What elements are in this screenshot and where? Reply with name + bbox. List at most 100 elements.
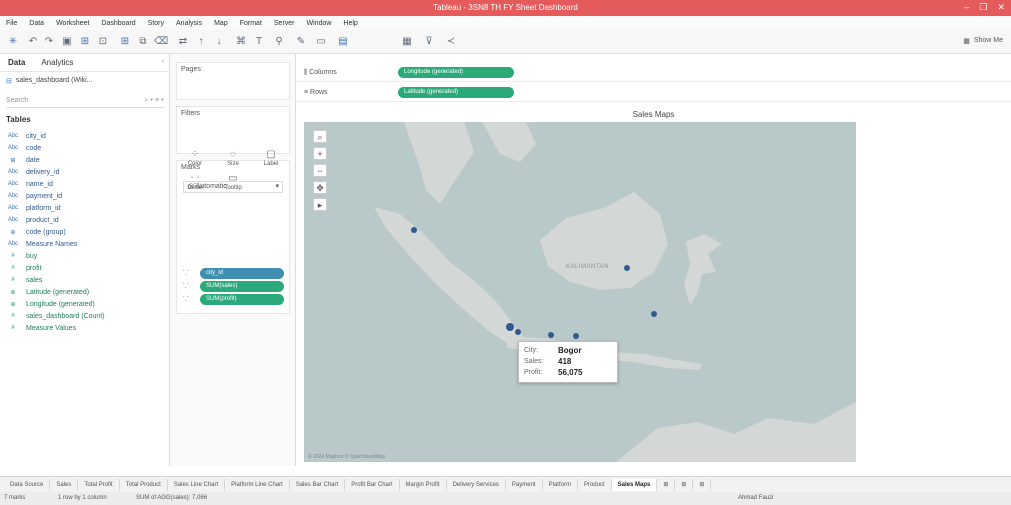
field-item[interactable]: Abc name_id (6, 178, 166, 190)
menu-format[interactable]: Format (240, 20, 262, 27)
select-arrow-icon[interactable]: ▸ (313, 198, 327, 211)
label-icon[interactable]: T (252, 35, 266, 49)
field-item[interactable]: Abc product_id (6, 214, 166, 226)
detail-button[interactable]: ⸪ Detail (176, 173, 214, 191)
redo-icon[interactable]: ↷ (42, 35, 56, 49)
new-worksheet-icon[interactable]: ⊞ (657, 478, 676, 491)
new-dashboard-icon[interactable]: ⊞ (675, 478, 694, 491)
sales-map[interactable] (304, 122, 856, 462)
save-icon[interactable]: ▣ (60, 35, 74, 49)
sheet-tab[interactable]: Platform Line Chart (225, 478, 290, 491)
pill-city-id[interactable]: city_id (200, 268, 284, 279)
status-user[interactable]: Ahmad Fauzi (738, 495, 773, 501)
sheet-tab[interactable]: Delivery Services (447, 478, 506, 491)
field-item[interactable]: # profit (6, 262, 166, 274)
map-point-medan[interactable] (411, 227, 417, 233)
menu-window[interactable]: Window (307, 20, 332, 27)
rows-shelf[interactable]: ≡ Rows Latitude (generated) (296, 84, 1011, 102)
tab-data-source[interactable]: Data Source (4, 478, 51, 491)
share-icon[interactable]: ≺ (444, 35, 458, 49)
search-input[interactable]: Search (6, 97, 28, 104)
pause-updates-icon[interactable]: ⊡ (96, 35, 110, 49)
presentation-icon[interactable]: ▦ (400, 35, 414, 49)
sheet-tab[interactable]: Sales Line Chart (168, 478, 226, 491)
zoom-in-icon[interactable]: + (313, 147, 327, 160)
minimize-button[interactable]: – (964, 2, 969, 13)
menu-help[interactable]: Help (343, 20, 357, 27)
new-worksheet-icon[interactable]: ⊞ (118, 35, 132, 49)
fix-axes-icon[interactable]: ⚲ (272, 35, 286, 49)
sheet-tab[interactable]: Platform (543, 478, 578, 491)
close-button[interactable]: ✕ (997, 2, 1005, 13)
tooltip-button[interactable]: ▭ Tooltip (214, 173, 252, 191)
color-button[interactable]: ⁘ Color (176, 149, 214, 167)
sheet-tab[interactable]: Sales (50, 478, 79, 491)
sheet-tab[interactable]: Sales Maps (611, 478, 658, 491)
sheet-tab[interactable]: Margin Profit (400, 478, 447, 491)
sort-ascending-icon[interactable]: ↑ (194, 35, 208, 49)
pill-sum-sales[interactable]: SUM(sales) (200, 281, 284, 292)
clear-sheet-icon[interactable]: ⌫ (154, 35, 168, 49)
new-story-icon[interactable]: ⊞ (693, 478, 712, 491)
sheet-tab[interactable]: Total Profit (78, 478, 120, 491)
field-item[interactable]: # sales_dashboard (Count) (6, 310, 166, 322)
group-icon[interactable]: ⌘ (234, 35, 248, 49)
menu-server[interactable]: Server (274, 20, 295, 27)
field-item[interactable]: ⊕ Longitude (generated) (6, 298, 166, 310)
columns-shelf[interactable]: ⫼ Columns Longitude (generated) (296, 64, 1011, 82)
map-point-semarang[interactable] (548, 332, 554, 338)
sheet-tab[interactable]: Product (578, 478, 612, 491)
menu-data[interactable]: Data (29, 20, 44, 27)
datasource-item[interactable]: ⊟ sales_dashboard (Wiki... (6, 77, 164, 85)
menu-worksheet[interactable]: Worksheet (56, 20, 89, 27)
show-me-button[interactable]: ▦ Show Me (963, 37, 1003, 45)
show-labels-icon[interactable]: ▤ (336, 35, 350, 49)
sheet-tab[interactable]: Profit Bar Chart (345, 478, 400, 491)
pan-icon[interactable]: ✥ (313, 181, 327, 194)
field-item[interactable]: ⊕ code (group) (6, 226, 166, 238)
sheet-tab[interactable]: Sales Bar Chart (290, 478, 346, 491)
map-attribution[interactable]: © 2024 Mapbox © OpenStreetMap (308, 454, 385, 460)
search-options-icon[interactable]: ⌕ ▾ ≡ ▾ (144, 97, 164, 105)
field-item[interactable]: Abc platform_id (6, 202, 166, 214)
fit-width-icon[interactable]: ▭ (314, 35, 328, 49)
sheet-tab[interactable]: Payment (506, 478, 543, 491)
label-button[interactable]: ▢ Label (252, 149, 290, 167)
field-item[interactable]: Abc payment_id (6, 190, 166, 202)
new-datasource-icon[interactable]: ⊞ (78, 35, 92, 49)
menu-story[interactable]: Story (148, 20, 164, 27)
sheet-tab[interactable]: Total Product (120, 478, 168, 491)
menu-map[interactable]: Map (214, 20, 228, 27)
filters-card[interactable]: Filters (176, 106, 290, 154)
field-search[interactable]: Search ⌕ ▾ ≡ ▾ (6, 94, 164, 108)
pill-sum-profit[interactable]: SUM(profit) (200, 294, 284, 305)
sort-descending-icon[interactable]: ↓ (212, 35, 226, 49)
filter-icon[interactable]: ⊽ (422, 35, 436, 49)
undo-icon[interactable]: ↶ (26, 35, 40, 49)
pill-latitude[interactable]: Latitude (generated) (398, 87, 514, 98)
field-item[interactable]: ⊞ date (6, 154, 166, 166)
map-point-jakarta[interactable] (506, 323, 514, 331)
field-item[interactable]: # buy (6, 250, 166, 262)
field-item[interactable]: Abc delivery_id (6, 166, 166, 178)
menu-file[interactable]: File (6, 20, 17, 27)
map-point-samarinda[interactable] (624, 265, 630, 271)
size-button[interactable]: ◌ Size (214, 149, 252, 167)
field-item[interactable]: Abc Measure Names (6, 238, 166, 250)
highlight-icon[interactable]: ✎ (294, 35, 308, 49)
swap-icon[interactable]: ⇄ (176, 35, 190, 49)
search-icon[interactable]: ⌕ (313, 130, 327, 143)
field-item[interactable]: # Measure Values (6, 322, 166, 334)
maximize-button[interactable]: ❐ (979, 2, 987, 13)
tab-data[interactable]: Data (0, 58, 33, 67)
field-item[interactable]: ⊕ Latitude (generated) (6, 286, 166, 298)
duplicate-sheet-icon[interactable]: ⧉ (136, 35, 150, 49)
field-item[interactable]: Abc code (6, 142, 166, 154)
pages-card[interactable]: Pages (176, 62, 290, 100)
collapse-pane-icon[interactable]: ‹ (162, 58, 164, 65)
menu-analysis[interactable]: Analysis (176, 20, 202, 27)
field-item[interactable]: # sales (6, 274, 166, 286)
field-item[interactable]: Abc city_id (6, 130, 166, 142)
zoom-out-icon[interactable]: − (313, 164, 327, 177)
map-point-makassar[interactable] (651, 311, 657, 317)
